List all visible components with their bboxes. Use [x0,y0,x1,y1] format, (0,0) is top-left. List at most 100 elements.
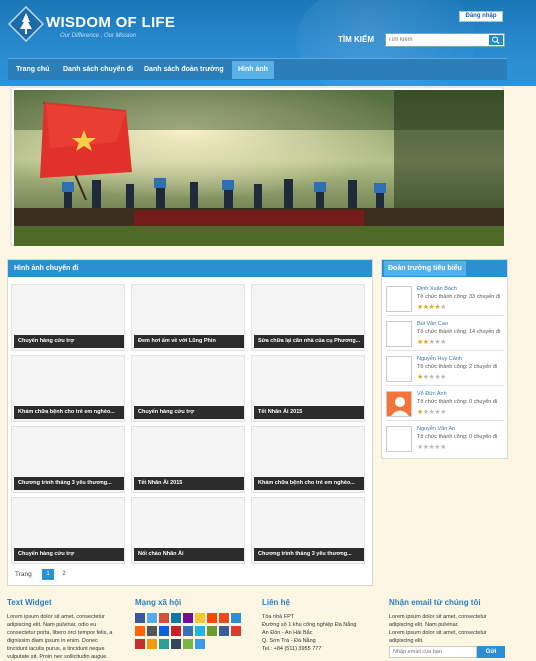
avatar[interactable] [386,391,412,417]
leader-stat: Tổ chức thành công: 2 chuyến đi [417,364,498,370]
reddit-icon[interactable] [207,613,217,623]
leaders-panel: Đoàn trưởng tiêu biểu Đinh Xuân Bách Tổ … [381,259,508,459]
rating-stars: ★★★★★ [417,409,446,416]
login-button[interactable]: Đăng nhập [459,11,503,22]
leader-name[interactable]: Nguyễn Huy Cảnh [417,356,462,362]
pager-label: Trang [15,571,32,578]
avatar[interactable] [386,321,412,347]
blogger-icon[interactable] [135,626,145,636]
tile-caption[interactable]: Sửa chữa lại căn nhà của cụ Phương... [254,335,364,348]
nav-item-home[interactable]: Trang chủ [10,61,55,79]
google-plus-icon[interactable] [159,613,169,623]
avatar[interactable] [386,426,412,452]
leader-stat: Tổ chức thành công: 0 chuyến đi [417,399,498,405]
gallery-tile[interactable]: Tết Nhân Ái 2015 [251,355,365,422]
share-icon[interactable] [207,626,217,636]
logo-slogan: Our Difference , Our Mission [60,33,137,39]
avatar[interactable] [386,286,412,312]
stumbleupon-icon[interactable] [219,613,229,623]
logo-icon[interactable] [8,6,44,42]
gallery-tile[interactable]: Chuyến hàng cứu trợ [131,355,245,422]
rating-stars: ★★★★★ [417,374,446,381]
newsletter-title: Nhận email từ chúng tôi [389,598,481,607]
skype-icon[interactable] [159,639,169,649]
gallery-title: Hình ảnh chuyến đi [8,260,372,277]
blog-icon[interactable] [147,639,157,649]
tile-caption[interactable]: Nối chào Nhân Ái [134,548,244,561]
tile-caption[interactable]: Đem hơi ấm về với Lũng Phìn [134,335,244,348]
gallery-tile[interactable]: Khám chữa bệnh cho trẻ em nghèo... [11,355,125,422]
linkedin-icon[interactable] [171,613,181,623]
yahoo-icon[interactable] [183,613,193,623]
globe-icon [296,0,476,100]
search-button[interactable] [489,35,503,45]
contact-info: Tòa nhà FPT Đường số 1 khu công nghiệp Đ… [262,614,357,652]
search-label: TÌM KIẾM [338,35,374,44]
leader-item[interactable]: Võ Đức Anh Tổ chức thành công: 0 chuyến … [386,387,504,421]
gallery-tile[interactable]: Đem hơi ấm về với Lũng Phìn [131,284,245,351]
search-icon [492,36,500,44]
site-header: WISDOM OF LIFE Our Difference , Our Miss… [0,0,536,100]
leader-name[interactable]: Võ Đức Anh [417,391,447,397]
gallery-tile[interactable]: Chuyến hàng cứu trợ [11,497,125,564]
tile-caption[interactable]: Chương trình tháng 3 yêu thương... [14,477,124,490]
page-1-button[interactable]: 1 [42,569,54,580]
nav-item-trips[interactable]: Danh sách chuyến đi [57,61,139,79]
youtube-icon[interactable] [231,626,241,636]
pinterest-icon[interactable] [171,626,181,636]
leader-item[interactable]: Bùi Văn Cao Tổ chức thành công: 14 chuyế… [386,317,504,351]
twitter-icon[interactable] [147,613,157,623]
evernote-icon[interactable] [183,639,193,649]
tile-caption[interactable]: Khám chữa bệnh cho trẻ em nghèo... [254,477,364,490]
flickr-icon[interactable] [159,626,169,636]
gallery-tile[interactable]: Chương trình tháng 3 yêu thương... [251,497,365,564]
rss-icon[interactable] [231,613,241,623]
search-box [385,33,505,47]
tile-caption[interactable]: Khám chữa bệnh cho trẻ em nghèo... [14,406,124,419]
user-icon [391,397,409,416]
text-widget-body: Lorem ipsum dolor sit amet, consectetur … [7,614,113,660]
leaders-header: Đoàn trưởng tiêu biểu [382,260,507,277]
tile-caption[interactable]: Chuyến hàng cứu trợ [14,548,124,561]
main-nav: Trang chủ Danh sách chuyến đi Danh sách … [8,58,507,80]
gallery-tile[interactable]: Nối chào Nhân Ái [131,497,245,564]
windows-icon[interactable] [195,639,205,649]
gallery-tile[interactable]: Khám chữa bệnh cho trẻ em nghèo... [251,426,365,493]
logo-title[interactable]: WISDOM OF LIFE [46,14,175,31]
leader-item[interactable]: Đinh Xuân Bách Tổ chức thành công: 33 ch… [386,282,504,316]
leader-stat: Tổ chức thành công: 33 chuyến đi [417,294,501,300]
nav-item-photos[interactable]: Hình ảnh [232,61,274,79]
leader-name[interactable]: Nguyễn Văn An [417,426,455,432]
delicious-icon[interactable] [195,613,205,623]
leader-item[interactable]: Nguyễn Huy Cảnh Tổ chức thành công: 2 ch… [386,352,504,386]
newsletter-email-input[interactable] [389,646,477,658]
tile-caption[interactable]: Chuyến hàng cứu trợ [14,335,124,348]
rss-feed-icon[interactable] [135,639,145,649]
tumblr-icon[interactable] [171,639,181,649]
myspace-icon[interactable] [219,626,229,636]
text-widget-title: Text Widget [7,598,52,607]
newsletter-text: Lorem ipsum dolor sit amet, consectetur … [389,614,487,644]
gallery-tile[interactable]: Chuyến hàng cứu trợ [11,284,125,351]
rating-stars: ★★★★★ [417,339,446,346]
gallery-tile[interactable]: Chương trình tháng 3 yêu thương... [11,426,125,493]
nav-item-leaders[interactable]: Danh sách đoàn trưởng [138,61,230,79]
page-2-button[interactable]: 2 [58,569,70,580]
leader-item[interactable]: Nguyễn Văn An Tổ chức thành công: 0 chuy… [386,422,504,456]
search-input[interactable] [388,35,488,45]
leader-name[interactable]: Bùi Văn Cao [417,321,448,327]
tile-caption[interactable]: Tết Nhân Ái 2015 [254,406,364,419]
gallery-tile[interactable]: Sửa chữa lại căn nhà của cụ Phương... [251,284,365,351]
gallery-tile[interactable]: Tết Nhân Ái 2015 [131,426,245,493]
digg-icon[interactable] [183,626,193,636]
leader-stat: Tổ chức thành công: 0 chuyến đi [417,434,498,440]
vimeo-icon[interactable] [195,626,205,636]
newsletter-submit-button[interactable]: Gửi [477,646,505,658]
tile-caption[interactable]: Tết Nhân Ái 2015 [134,477,244,490]
tile-caption[interactable]: Chương trình tháng 3 yêu thương... [254,548,364,561]
facebook-icon[interactable] [135,613,145,623]
leader-name[interactable]: Đinh Xuân Bách [417,286,457,292]
avatar[interactable] [386,356,412,382]
email-icon[interactable] [147,626,157,636]
tile-caption[interactable]: Chuyến hàng cứu trợ [134,406,244,419]
